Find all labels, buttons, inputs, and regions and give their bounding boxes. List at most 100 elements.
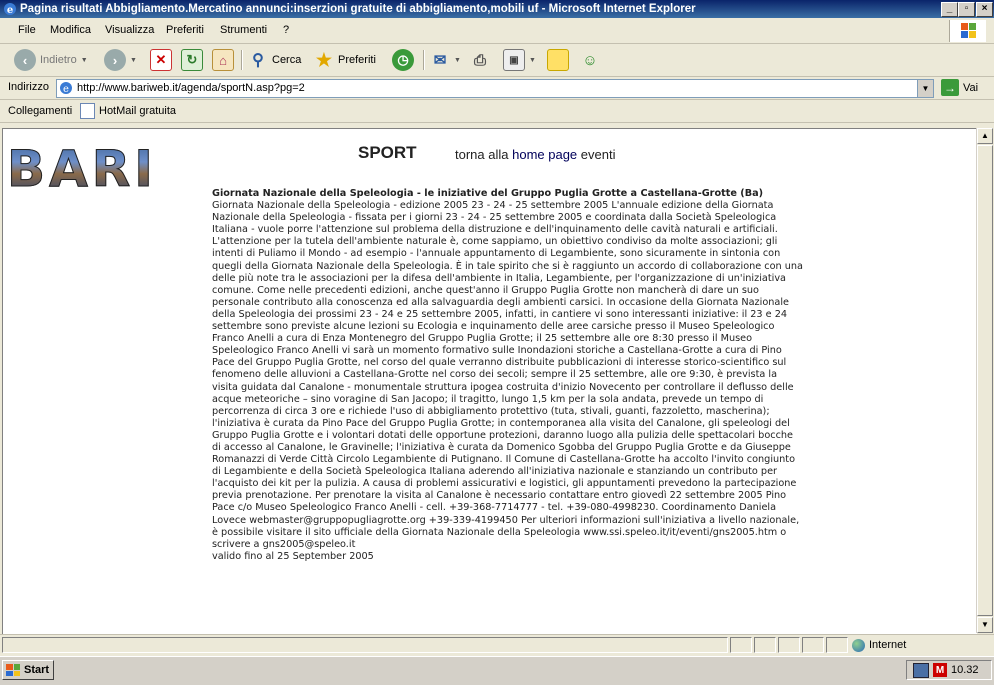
menu-modifica[interactable]: Modifica: [50, 24, 91, 36]
search-label: Cerca: [272, 54, 302, 66]
menu-help[interactable]: ?: [283, 24, 289, 36]
menu-strumenti[interactable]: Strumenti: [220, 24, 267, 36]
windows-flag-icon: [6, 664, 20, 676]
favorites-label: Preferiti: [338, 54, 376, 66]
toolbar-divider: [241, 50, 243, 70]
menu-preferiti[interactable]: Preferiti: [166, 24, 204, 36]
star-icon: ★: [315, 49, 333, 70]
address-bar: Indirizzo e http://www.bariweb.it/agenda…: [0, 77, 994, 100]
start-label: Start: [24, 664, 50, 676]
svg-text:e: e: [7, 5, 13, 16]
forward-button[interactable]: › ▼: [104, 48, 137, 72]
article-body: Giornata Nazionale della Speleologia - e…: [212, 200, 803, 550]
print-icon: ⎙: [473, 51, 486, 69]
page-icon: [80, 103, 95, 119]
title-bar: e Pagina risultati Abbigliamento.Mercati…: [0, 0, 994, 18]
taskbar: Start M 10.32: [0, 656, 994, 685]
status-panel: [754, 637, 776, 653]
messenger-button[interactable]: ☺: [580, 48, 600, 72]
menu-bar: File Modifica Visualizza Preferiti Strum…: [0, 19, 994, 44]
mail-button[interactable]: ✉ ▼: [430, 48, 461, 72]
back-arrow-icon: ‹: [14, 49, 36, 71]
page-icon: e: [60, 82, 72, 95]
page-title: SPORT: [358, 143, 417, 162]
home-icon: ⌂: [212, 49, 234, 71]
network-icon[interactable]: [913, 662, 929, 678]
valid-until: valido fino al 25 September 2005: [212, 550, 374, 562]
links-label: Collegamenti: [8, 105, 73, 117]
status-text-panel: [2, 637, 728, 653]
status-panel: [730, 637, 752, 653]
chevron-down-icon: ▼: [454, 56, 461, 64]
mail-icon: ✉: [433, 52, 447, 69]
scroll-up-icon[interactable]: ▲: [977, 128, 993, 144]
article-title: Giornata Nazionale della Speleologia - l…: [212, 188, 764, 199]
edit-button[interactable]: ▣ ▼: [503, 48, 536, 72]
history-button[interactable]: ◷: [392, 48, 414, 72]
toolbar-divider: [423, 50, 425, 70]
address-input[interactable]: e http://www.bariweb.it/agenda/sportN.as…: [56, 79, 934, 98]
go-label: Vai: [963, 81, 979, 94]
back-button[interactable]: ‹ Indietro ▼: [14, 48, 88, 72]
notes-button[interactable]: [547, 48, 569, 72]
status-panel: [778, 637, 800, 653]
system-tray: M 10.32: [906, 660, 992, 680]
ie-logo-icon: e: [4, 3, 16, 16]
back-prefix: torna alla: [455, 147, 509, 162]
minimize-button[interactable]: _: [941, 2, 958, 17]
start-button[interactable]: Start: [2, 660, 54, 680]
svg-text:e: e: [63, 84, 69, 95]
page-viewport: BARI SPORT torna alla home page eventi G…: [2, 128, 977, 634]
bari-logo-text: BARI: [7, 140, 157, 198]
chevron-down-icon: ▼: [529, 56, 536, 64]
windows-logo-icon: [949, 20, 986, 42]
go-arrow-icon: →: [941, 79, 959, 96]
close-button[interactable]: ×: [976, 2, 993, 17]
toolbar: ‹ Indietro ▼ › ▼ ✕ ↻ ⌂ ⚲ Cerca ★ Preferi…: [0, 44, 994, 77]
search-button[interactable]: ⚲ Cerca: [248, 48, 301, 72]
go-button[interactable]: → Vai: [941, 79, 978, 96]
article: Giornata Nazionale della Speleologia - l…: [212, 188, 804, 563]
scroll-down-icon[interactable]: ▼: [977, 617, 993, 633]
refresh-icon: ↻: [181, 49, 203, 71]
bari-logo: BARI: [7, 140, 175, 198]
chevron-down-icon: ▼: [130, 56, 137, 64]
favorites-button[interactable]: ★ Preferiti: [314, 48, 376, 72]
chevron-down-icon[interactable]: ▼: [917, 80, 933, 97]
link-hotmail-label: HotMail gratuita: [99, 105, 177, 117]
link-hotmail[interactable]: HotMail gratuita: [80, 103, 176, 119]
home-page-link[interactable]: home page: [512, 147, 577, 162]
back-label: Indietro: [40, 54, 77, 66]
edit-icon: ▣: [503, 49, 525, 71]
back-suffix: eventi: [580, 147, 616, 162]
clock: 10.32: [951, 664, 979, 676]
refresh-button[interactable]: ↻: [181, 48, 203, 72]
messenger-icon: ☺: [582, 51, 598, 69]
search-icon: ⚲: [252, 52, 264, 69]
vertical-scrollbar[interactable]: ▲ ▼: [976, 128, 994, 633]
address-label: Indirizzo: [8, 81, 49, 93]
window-title: Pagina risultati Abbigliamento.Mercatino…: [20, 3, 696, 15]
chevron-down-icon: ▼: [80, 56, 88, 64]
stop-icon: ✕: [150, 49, 172, 71]
forward-arrow-icon: ›: [104, 49, 126, 71]
maximize-button[interactable]: ▫: [958, 2, 975, 17]
stop-button[interactable]: ✕: [150, 48, 172, 72]
links-bar: Collegamenti HotMail gratuita: [0, 100, 994, 123]
back-link-line: torna alla home page eventi: [455, 147, 616, 162]
zone-label: Internet: [869, 639, 907, 651]
security-zone: Internet: [852, 637, 990, 653]
address-url: http://www.bariweb.it/agenda/sportN.asp?…: [77, 82, 305, 94]
print-button[interactable]: ⎙: [470, 48, 490, 72]
menu-file[interactable]: File: [18, 24, 36, 36]
home-button[interactable]: ⌂: [212, 48, 234, 72]
status-bar: Internet: [0, 634, 994, 655]
history-icon: ◷: [392, 49, 414, 71]
status-panel: [802, 637, 824, 653]
globe-icon: [852, 638, 865, 652]
menu-visualizza[interactable]: Visualizza: [105, 24, 154, 36]
sticky-note-icon: [547, 49, 569, 71]
status-panel: [826, 637, 848, 653]
scroll-thumb[interactable]: [977, 145, 993, 616]
antivirus-icon[interactable]: M: [933, 663, 947, 677]
